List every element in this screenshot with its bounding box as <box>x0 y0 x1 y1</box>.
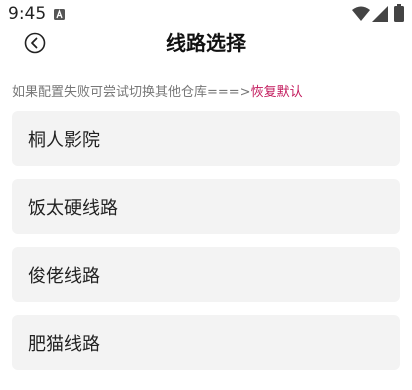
route-label: 肥猫线路 <box>28 333 100 355</box>
cell-signal-icon <box>372 6 388 22</box>
route-label: 桐人影院 <box>28 129 100 151</box>
route-item-junlao[interactable]: 俊佬线路 <box>12 247 400 302</box>
route-label: 俊佬线路 <box>28 265 100 287</box>
status-time: 9:45 <box>8 4 47 24</box>
wifi-icon <box>352 6 370 21</box>
route-item-fantaiying[interactable]: 饭太硬线路 <box>12 179 400 234</box>
a-notification-icon <box>54 9 65 20</box>
route-label: 饭太硬线路 <box>28 197 118 219</box>
page-title: 线路选择 <box>166 31 246 55</box>
route-item-tongren[interactable]: 桐人影院 <box>12 111 400 166</box>
restore-default-link[interactable]: 恢复默认 <box>251 85 303 100</box>
hint-line: 如果配置失败可尝试切换其他仓库===>恢复默认 <box>12 81 303 100</box>
hint-text: 如果配置失败可尝试切换其他仓库===> <box>12 85 251 100</box>
battery-icon <box>394 4 404 22</box>
status-bar: 9:45 <box>0 0 412 28</box>
route-list: 桐人影院 饭太硬线路 俊佬线路 肥猫线路 <box>12 111 400 383</box>
route-item-feimao[interactable]: 肥猫线路 <box>12 315 400 370</box>
